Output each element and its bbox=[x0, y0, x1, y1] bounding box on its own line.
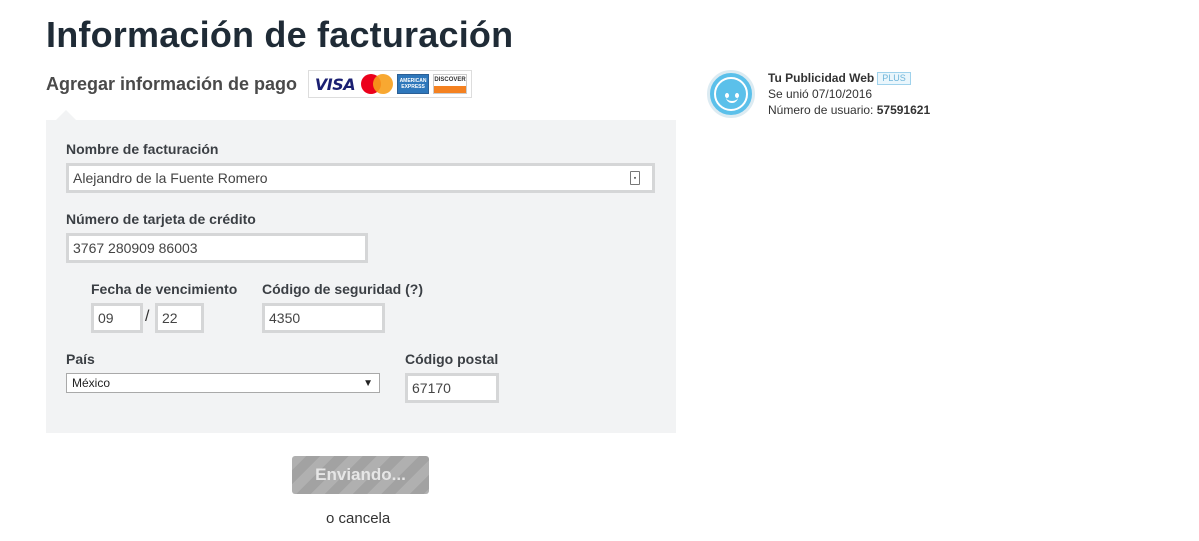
postal-code-field[interactable]: 67170 bbox=[405, 373, 499, 403]
postal-code-label: Código postal bbox=[405, 351, 499, 367]
page-subtitle: Agregar información de pago bbox=[46, 73, 298, 94]
mastercard-logo bbox=[361, 74, 394, 94]
expiry-month-value: 09 bbox=[98, 310, 114, 326]
security-code-label-text: Código de seguridad bbox=[262, 281, 402, 297]
subtitle-row: Agregar información de pago VISA AMERICA… bbox=[46, 70, 473, 98]
chevron-down-icon: ▼ bbox=[363, 377, 373, 389]
plan-badge: PLUS bbox=[877, 72, 911, 85]
contact-card-icon[interactable]: ▪ bbox=[630, 171, 640, 185]
country-label: País bbox=[66, 351, 95, 367]
avatar bbox=[707, 70, 755, 118]
user-number-label: Número de usuario: bbox=[768, 103, 874, 117]
expiry-year-value: 22 bbox=[162, 310, 178, 326]
expiry-year-field[interactable]: 22 bbox=[155, 303, 204, 333]
submit-button[interactable]: Enviando... bbox=[292, 456, 429, 494]
smiley-icon bbox=[714, 77, 748, 111]
security-help-link[interactable]: (?) bbox=[405, 281, 423, 297]
amex-logo: AMERICAN EXPRESS bbox=[397, 74, 430, 94]
country-select[interactable]: México ▼ bbox=[66, 373, 380, 393]
card-number-label: Número de tarjeta de crédito bbox=[66, 211, 256, 227]
profile-info: Tu Publicidad Web PLUS Se unió 07/10/2016… bbox=[768, 70, 988, 118]
profile-joined: Se unió 07/10/2016 bbox=[768, 87, 873, 101]
amex-logo-text-1: EXPRESS bbox=[401, 84, 425, 90]
discover-logo: DISCOVER bbox=[433, 74, 468, 94]
country-value: México bbox=[72, 376, 111, 390]
card-number-field[interactable]: 3767 280909 86003 bbox=[66, 233, 368, 263]
visa-logo: VISA bbox=[314, 74, 356, 94]
expiry-label: Fecha de vencimiento bbox=[91, 281, 238, 297]
page-title: Información de facturación bbox=[46, 14, 514, 55]
expiry-month-field[interactable]: 09 bbox=[91, 303, 143, 333]
billing-name-value: Alejandro de la Fuente Romero bbox=[73, 170, 268, 186]
card-logos: VISA AMERICAN EXPRESS DISCOVER bbox=[308, 70, 473, 98]
payment-form: Nombre de facturación Alejandro de la Fu… bbox=[46, 110, 676, 433]
postal-code-value: 67170 bbox=[412, 380, 451, 396]
security-code-value: 4350 bbox=[269, 310, 301, 326]
profile-name: Tu Publicidad Web bbox=[768, 71, 875, 85]
discover-logo-text: DISCOVER bbox=[434, 77, 466, 83]
billing-name-field[interactable]: Alejandro de la Fuente Romero ▪ bbox=[66, 163, 655, 193]
security-code-label: Código de seguridad (?) bbox=[262, 281, 423, 297]
billing-name-label: Nombre de facturación bbox=[66, 141, 219, 157]
user-number-value: 57591621 bbox=[876, 103, 931, 117]
cancel-link[interactable]: o cancela bbox=[326, 510, 390, 527]
card-number-value: 3767 280909 86003 bbox=[73, 240, 198, 256]
expiry-separator: / bbox=[145, 308, 150, 325]
profile-user-number: Número de usuario: 57591621 bbox=[768, 102, 988, 118]
security-code-field[interactable]: 4350 bbox=[262, 303, 385, 333]
